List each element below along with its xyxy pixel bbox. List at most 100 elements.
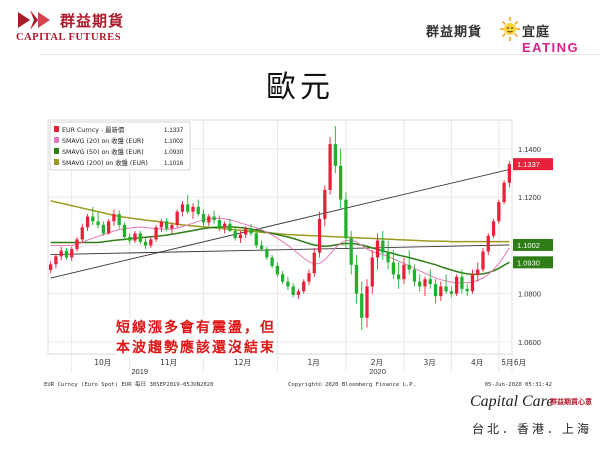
legend-value: 1.1016 [164, 160, 184, 167]
candle-body [449, 291, 453, 294]
candle-body [149, 239, 153, 246]
candle-body [370, 257, 374, 287]
candle-body [138, 233, 142, 242]
legend-label: SMAVG (50) on 收盤 (EUR) [62, 147, 144, 156]
candle-body [117, 214, 121, 225]
chart-annotation: 短線漲多會有震盪，但 本波趨勢應該還沒結束 [116, 318, 276, 358]
chart-container: 1.14001.12001.10001.08001.0600EUR Curncy… [40, 118, 556, 402]
candle-body [75, 239, 79, 250]
candle-body [470, 274, 475, 292]
x-month-label: 10月 [94, 358, 111, 367]
legend-value: 1.1337 [164, 127, 184, 134]
candle-body [317, 218, 322, 253]
legend-swatch [54, 126, 59, 132]
candle-body [286, 281, 290, 287]
candle-body [259, 245, 264, 250]
candle-body [412, 269, 417, 282]
chart-footer-source: EUR Curncy (Euro Spot) EUR 每日 30SEP2019-… [44, 380, 213, 388]
candle-body [80, 227, 84, 240]
candle-body [502, 182, 506, 203]
candle-body [180, 204, 185, 212]
candle-body [165, 221, 169, 229]
candle-body [296, 291, 301, 295]
last-price-label: 1.1337 [517, 160, 540, 169]
slogan-eating-en: EATING [522, 40, 580, 55]
candle-body [91, 216, 95, 222]
slogan-eating-cn: 宜庭 [522, 25, 551, 40]
header: 群益期貨 CAPITAL FUTURES 群益期貨 宜庭EATING [0, 0, 600, 55]
candle-body [476, 269, 480, 275]
candle-body [223, 223, 227, 228]
x-month-label: 5月 [501, 358, 513, 367]
legend-value: 1.1002 [164, 138, 184, 145]
candle-body [59, 250, 63, 257]
candle-body [375, 240, 380, 258]
candle-body [365, 286, 369, 318]
legend-swatch [54, 159, 59, 165]
candle-body [244, 228, 248, 235]
candle-body [360, 293, 364, 318]
candle-body [391, 262, 395, 275]
candle-body [481, 251, 485, 270]
candle-body [281, 274, 285, 282]
candle-body [302, 281, 306, 292]
x-month-label: 6月 [514, 358, 526, 367]
candle-body [491, 221, 496, 236]
capital-care-subtext: 群益期貨心意 [550, 398, 592, 406]
candle-body [486, 235, 490, 252]
candle-body [212, 216, 216, 221]
candle-body [507, 164, 511, 183]
candle-body [339, 165, 343, 200]
eur-candlestick-chart: 1.14001.12001.10001.08001.0600EUR Curncy… [44, 119, 553, 388]
candle-body [381, 240, 385, 253]
candle-body [101, 224, 105, 234]
annotation-line-2: 本波趨勢應該還沒結束 [116, 340, 276, 356]
x-month-label: 3月 [423, 358, 435, 367]
legend-label: SMAVG (200) on 收盤 (EUR) [62, 158, 148, 167]
candle-body [96, 221, 100, 225]
candle-body [133, 233, 137, 241]
candle-body [159, 221, 163, 228]
candle-body [323, 189, 327, 219]
candle-body [270, 257, 274, 266]
chart-footer-copyright: Copyright© 2020 Bloomberg Finance L.P. [288, 382, 416, 388]
legend-label: EUR Curncy - 最新價 [62, 125, 125, 134]
x-year-label: 2019 [131, 367, 148, 376]
candle-body [265, 249, 269, 258]
candle-body [433, 284, 438, 297]
capital-care-logo: Capital Care [470, 393, 554, 410]
x-month-label: 4月 [471, 358, 483, 367]
candle-body [191, 206, 195, 212]
candle-body [397, 274, 401, 280]
x-month-label: 11月 [160, 358, 177, 367]
candle-body [249, 228, 253, 234]
candle-body [128, 237, 132, 241]
candle-body [402, 264, 406, 280]
candle-body [291, 286, 295, 295]
candle-body [143, 241, 148, 246]
candle-body [228, 223, 232, 231]
candle-body [460, 276, 464, 289]
legend-value: 1.0930 [164, 149, 184, 156]
candle-body [154, 227, 158, 240]
candle-body [354, 264, 359, 294]
candle-body [386, 252, 390, 263]
y-tick-label: 1.0800 [518, 290, 541, 299]
candle-body [407, 264, 411, 270]
candle-body [175, 211, 179, 225]
candle-body [49, 264, 53, 271]
candle-body [122, 224, 127, 237]
slogan-logo: 群益期貨 宜庭EATING [418, 12, 593, 55]
candle-body [349, 238, 353, 265]
company-name-en: CAPITAL FUTURES [16, 32, 122, 43]
slogan-company: 群益期貨 [426, 25, 483, 40]
candle-body [233, 230, 237, 239]
sun-icon [500, 17, 520, 41]
candle-body [333, 144, 337, 166]
candle-body [70, 249, 74, 258]
candle-body [54, 256, 58, 265]
legend-swatch [54, 148, 59, 154]
x-month-label: 2月 [371, 358, 383, 367]
y-tick-label: 1.0600 [518, 338, 541, 347]
candle-body [64, 250, 69, 258]
